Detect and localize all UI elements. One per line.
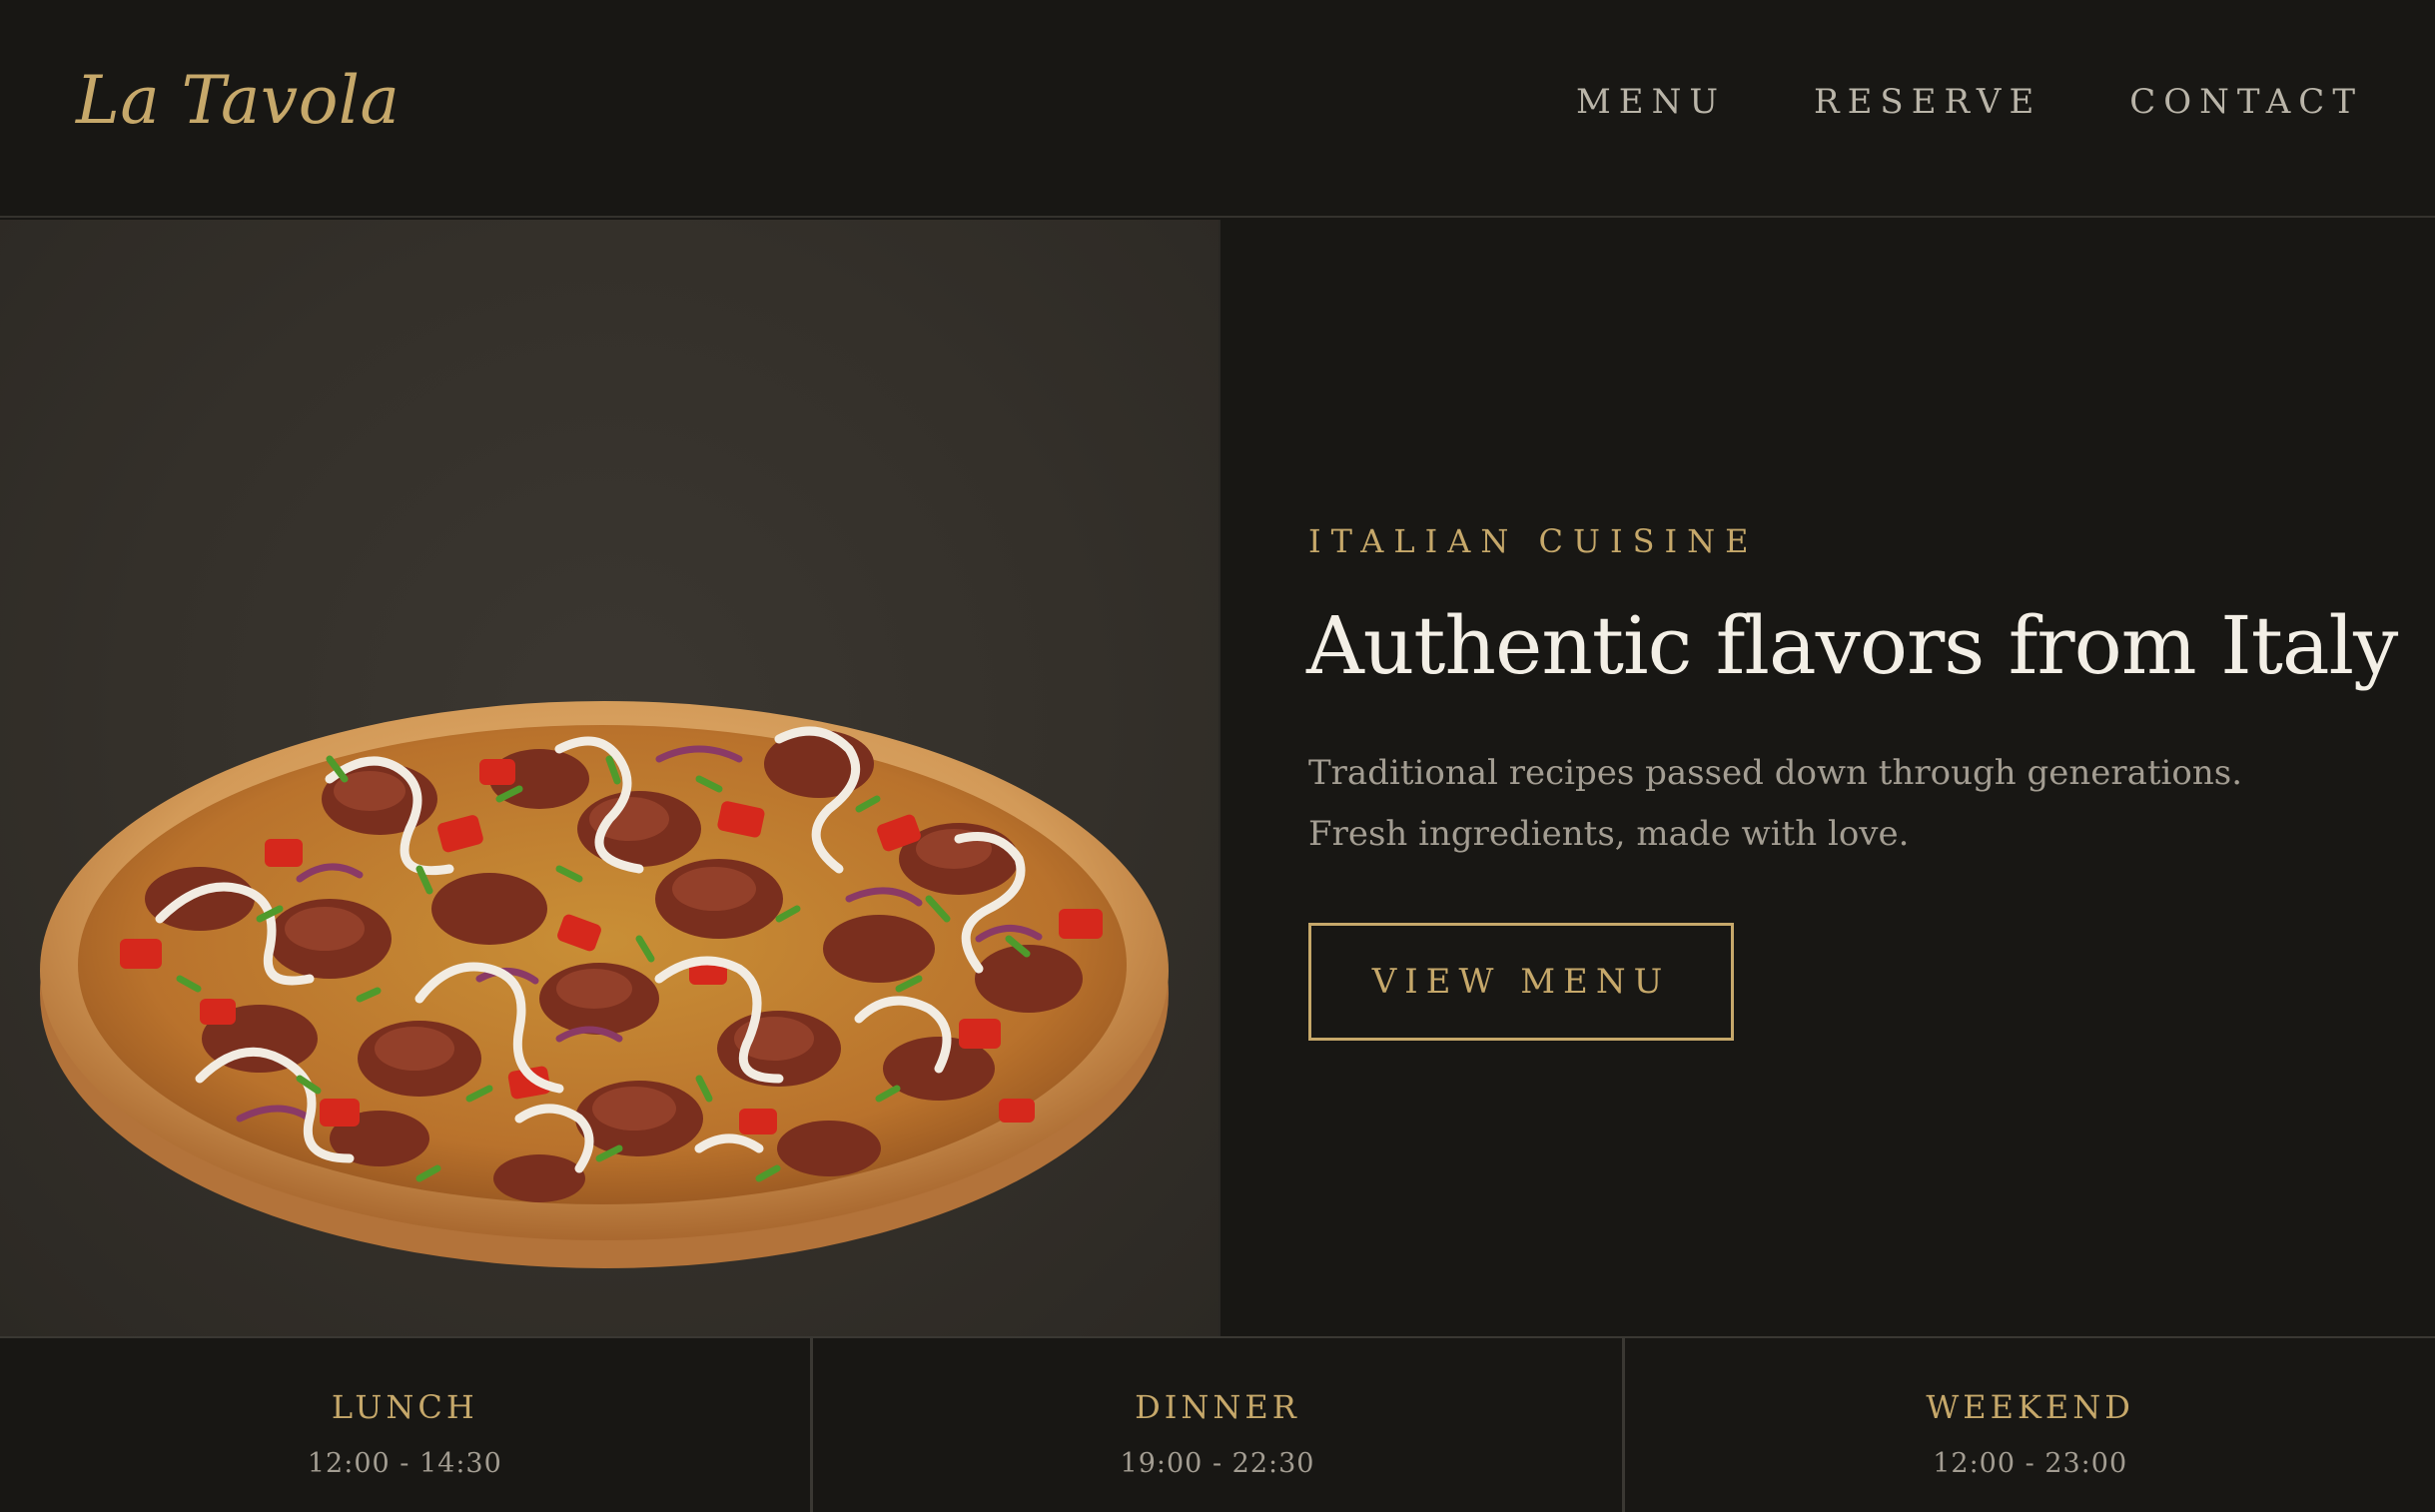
hero-section: ITALIAN CUISINE Authentic flavors from I…: [0, 220, 2435, 1336]
hours-dinner: DINNER 19:00 - 22:30: [813, 1338, 1626, 1512]
hours-time: 12:00 - 14:30: [307, 1448, 502, 1479]
view-menu-button[interactable]: VIEW MENU: [1308, 923, 1734, 1041]
hours-label: LUNCH: [331, 1388, 478, 1426]
pizza-photo: [40, 701, 1179, 1268]
hours-lunch: LUNCH 12:00 - 14:30: [0, 1338, 813, 1512]
hours-label: WEEKEND: [1926, 1388, 2134, 1426]
nav-item-reserve[interactable]: RESERVE: [1814, 82, 2041, 122]
nav-item-contact[interactable]: CONTACT: [2129, 82, 2363, 122]
opening-hours: LUNCH 12:00 - 14:30 DINNER 19:00 - 22:30…: [0, 1336, 2435, 1512]
hours-weekend: WEEKEND 12:00 - 23:00: [1625, 1338, 2435, 1512]
hero-eyebrow: ITALIAN CUISINE: [1308, 522, 1759, 560]
hero-description: Traditional recipes passed down through …: [1308, 753, 2243, 854]
nav-item-menu[interactable]: MENU: [1576, 82, 1726, 122]
hero-title: Authentic flavors from Italy: [1306, 599, 2398, 692]
hours-time: 19:00 - 22:30: [1120, 1448, 1315, 1479]
hero-image-panel: [0, 220, 1220, 1336]
hero-content: ITALIAN CUISINE Authentic flavors from I…: [1220, 220, 2435, 1336]
site-header: La Tavola MENU RESERVE CONTACT: [0, 0, 2435, 218]
main-nav: MENU RESERVE CONTACT: [1576, 82, 2363, 122]
hours-label: DINNER: [1135, 1388, 1300, 1426]
hours-time: 12:00 - 23:00: [1933, 1448, 2128, 1479]
brand-logo[interactable]: La Tavola: [76, 62, 400, 139]
